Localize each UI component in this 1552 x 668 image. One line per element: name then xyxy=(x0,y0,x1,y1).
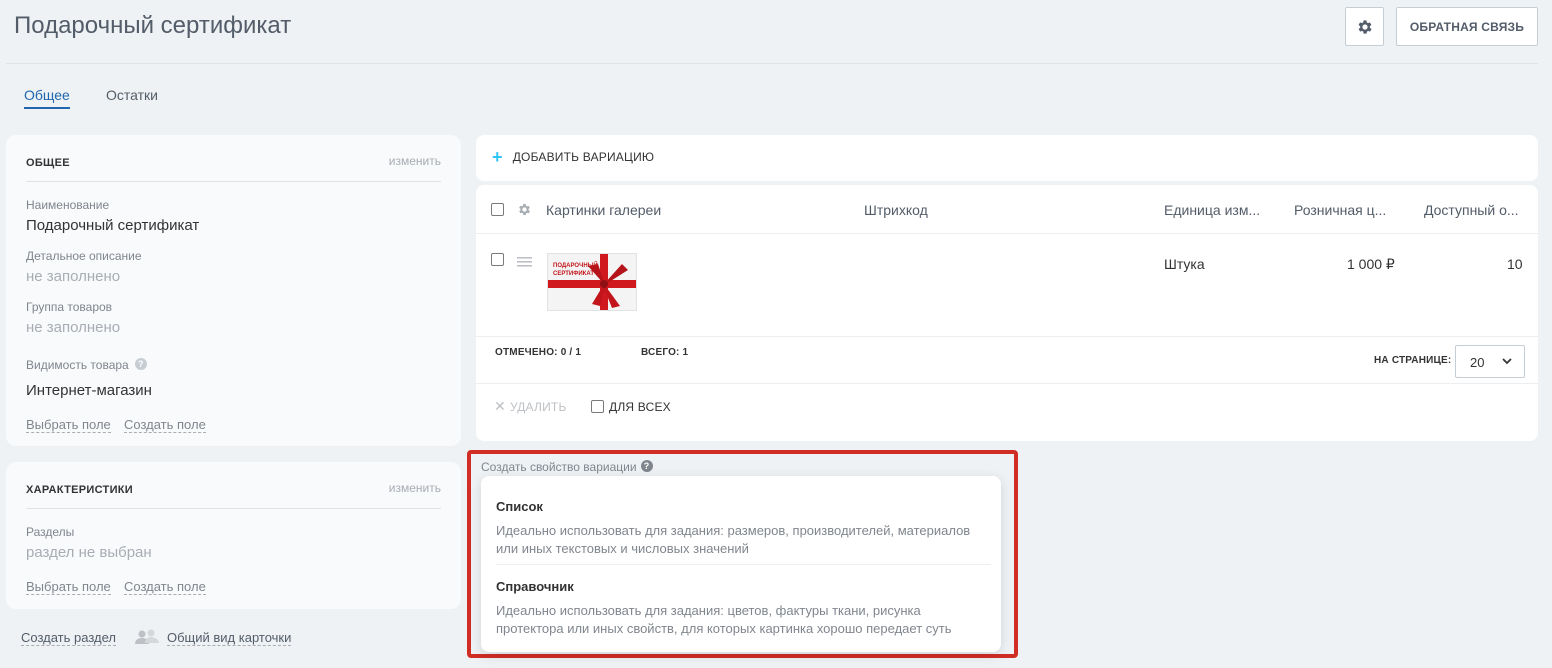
create-property-label[interactable]: Создать свойство вариации xyxy=(481,460,637,474)
characteristics-card: ХАРАКТЕРИСТИКИ изменить Разделы раздел н… xyxy=(6,462,461,609)
help-icon[interactable]: ? xyxy=(640,460,653,472)
active-tab-indicator xyxy=(24,107,70,109)
characteristics-edit-link[interactable]: изменить xyxy=(389,481,441,495)
for-all-checkbox[interactable] xyxy=(591,400,604,413)
column-gallery[interactable]: Картинки галереи xyxy=(546,202,661,218)
chevron-down-icon xyxy=(1502,358,1512,365)
per-page-label: НА СТРАНИЦЕ: xyxy=(1374,355,1452,366)
plus-icon: + xyxy=(492,147,503,167)
create-field-link[interactable]: Создать поле xyxy=(124,579,206,595)
name-value: Подарочный сертификат xyxy=(26,217,200,234)
general-divider xyxy=(26,181,441,182)
column-barcode[interactable]: Штрихкод xyxy=(864,202,928,218)
drag-handle-icon[interactable] xyxy=(517,257,532,267)
delete-button[interactable]: ✕ УДАЛИТЬ xyxy=(494,398,567,415)
unit-cell: Штука xyxy=(1164,256,1205,272)
grid-row-divider xyxy=(476,336,1538,337)
close-icon: ✕ xyxy=(494,398,506,414)
sections-label: Разделы xyxy=(26,525,75,539)
general-card: ОБЩЕЕ изменить Наименование Подарочный с… xyxy=(6,135,461,446)
option-description: Идеально использовать для задания: цвето… xyxy=(496,603,952,636)
group-label: Группа товаров xyxy=(26,300,113,314)
checked-count: ОТМЕЧЕНО: 0 / 1 xyxy=(495,347,582,358)
property-option-list[interactable]: Список Идеально использовать для задания… xyxy=(496,499,991,558)
for-all-toggle[interactable]: ДЛЯ ВСЕХ xyxy=(591,398,671,414)
add-variation-label: ДОБАВИТЬ ВАРИАЦИЮ xyxy=(512,150,655,164)
choose-field-link[interactable]: Выбрать поле xyxy=(26,579,111,595)
create-section-link[interactable]: Создать раздел xyxy=(21,630,116,646)
feedback-button[interactable]: ОБРАТНАЯ СВЯЗЬ xyxy=(1396,7,1538,46)
grid-footer-divider xyxy=(476,383,1538,384)
select-all-checkbox[interactable] xyxy=(491,203,504,216)
column-price[interactable]: Розничная ц... xyxy=(1294,202,1386,218)
tab-general[interactable]: Общее xyxy=(24,87,70,103)
general-edit-link[interactable]: изменить xyxy=(389,154,441,168)
create-property-row: Создать свойство вариации? xyxy=(481,460,653,474)
detail-value: не заполнено xyxy=(26,268,121,285)
settings-button[interactable] xyxy=(1345,7,1384,46)
choose-field-link[interactable]: Выбрать поле xyxy=(26,417,111,433)
property-type-popup: Список Идеально использовать для задания… xyxy=(481,476,1001,652)
tab-stock[interactable]: Остатки xyxy=(106,87,158,103)
name-label: Наименование xyxy=(26,198,110,212)
option-title: Список xyxy=(496,499,543,514)
page-title: Подарочный сертификат xyxy=(14,12,292,39)
per-page-select[interactable]: 20 xyxy=(1455,345,1525,378)
gear-icon[interactable] xyxy=(517,202,532,217)
gear-icon xyxy=(1358,19,1372,34)
total-count: ВСЕГО: 1 xyxy=(641,347,689,358)
visibility-label: Видимость товара xyxy=(26,358,129,372)
help-icon[interactable]: ? xyxy=(134,358,147,370)
price-cell: 1 000 ₽ xyxy=(1347,256,1395,272)
option-description: Идеально использовать для задания: разме… xyxy=(496,523,971,556)
for-all-label: ДЛЯ ВСЕХ xyxy=(609,400,671,414)
image-caption: ПОДАРОЧНЫЙ СЕРТИФИКАТ xyxy=(553,263,598,277)
detail-label: Детальное описание xyxy=(26,249,142,263)
delete-label: УДАЛИТЬ xyxy=(509,400,567,414)
visibility-label-row: Видимость товара? xyxy=(26,358,147,372)
property-option-directory[interactable]: Справочник Идеально использовать для зад… xyxy=(496,579,991,638)
add-variation-button[interactable]: + ДОБАВИТЬ ВАРИАЦИЮ xyxy=(492,147,655,167)
grid-header-divider xyxy=(476,233,1538,234)
characteristics-divider xyxy=(26,508,441,509)
column-available[interactable]: Доступный о... xyxy=(1424,202,1519,218)
characteristics-heading: ХАРАКТЕРИСТИКИ xyxy=(26,484,133,496)
users-icon[interactable] xyxy=(134,629,160,645)
row-checkbox[interactable] xyxy=(491,253,504,266)
available-cell: 10 xyxy=(1507,256,1523,272)
create-field-link[interactable]: Создать поле xyxy=(124,417,206,433)
general-heading: ОБЩЕЕ xyxy=(26,157,70,169)
product-image[interactable]: ПОДАРОЧНЫЙ СЕРТИФИКАТ xyxy=(547,253,637,311)
add-variation-panel: + ДОБАВИТЬ ВАРИАЦИЮ xyxy=(476,135,1538,181)
option-title: Справочник xyxy=(496,579,574,594)
popup-divider xyxy=(496,564,991,565)
sections-value: раздел не выбран xyxy=(26,544,152,561)
column-unit[interactable]: Единица изм... xyxy=(1164,202,1260,218)
visibility-value: Интернет-магазин xyxy=(26,382,152,399)
group-value: не заполнено xyxy=(26,319,121,336)
header-divider xyxy=(6,63,1538,64)
card-view-link[interactable]: Общий вид карточки xyxy=(167,630,292,646)
variations-grid: Картинки галереи Штрихкод Единица изм...… xyxy=(476,185,1538,441)
per-page-value: 20 xyxy=(1470,355,1485,370)
